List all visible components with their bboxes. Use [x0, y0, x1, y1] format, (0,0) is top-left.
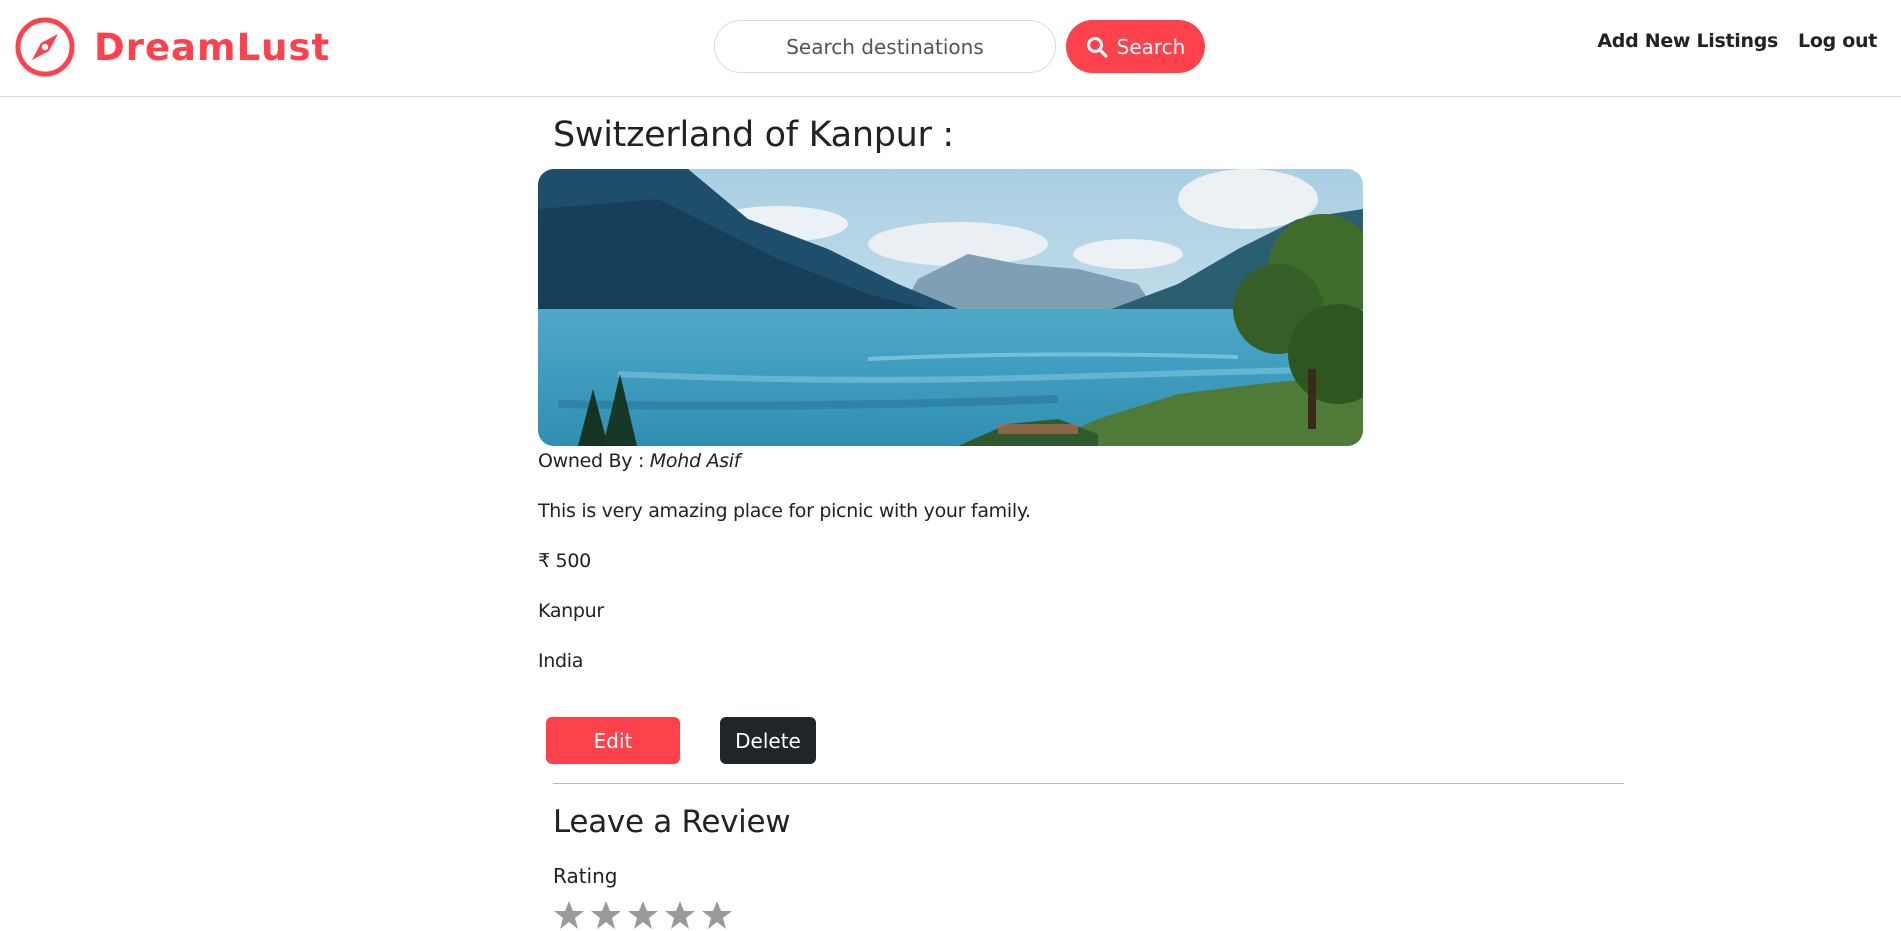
listing-description: This is very amazing place for picnic wi…	[538, 500, 1031, 522]
search-form: Search	[714, 20, 1205, 73]
delete-button[interactable]: Delete	[720, 717, 816, 764]
add-new-listing-link[interactable]: Add New Listings	[1597, 30, 1778, 52]
brand-logo-link[interactable]: DreamLust	[14, 16, 330, 78]
owner-prefix: Owned By :	[538, 450, 645, 472]
search-button[interactable]: Search	[1066, 20, 1205, 73]
listing-location: Kanpur	[538, 600, 604, 622]
compass-icon	[15, 17, 75, 77]
magnifier-icon	[1086, 36, 1108, 58]
rating-stars[interactable]	[553, 899, 738, 931]
search-button-label: Search	[1116, 34, 1186, 59]
star-icon[interactable]	[701, 899, 733, 931]
search-input[interactable]	[714, 20, 1056, 73]
edit-button[interactable]: Edit	[546, 717, 680, 764]
listing-image	[538, 169, 1363, 446]
star-icon[interactable]	[590, 899, 622, 931]
listing-country: India	[538, 650, 584, 672]
brand-name: DreamLust	[94, 25, 331, 69]
divider	[553, 783, 1624, 784]
rating-label: Rating	[553, 864, 618, 888]
listing-price: ₹ 500	[538, 550, 591, 572]
logout-link[interactable]: Log out	[1798, 30, 1877, 52]
navbar: DreamLust Search Add New Listings Log ou…	[0, 0, 1901, 97]
owner-line: Owned By : Mohd Asif	[538, 450, 740, 472]
listing-title: Switzerland of Kanpur :	[553, 115, 954, 155]
nav-links: Add New Listings Log out	[1577, 30, 1877, 52]
owner-name: Mohd Asif	[649, 450, 741, 472]
star-icon[interactable]	[553, 899, 585, 931]
star-icon[interactable]	[664, 899, 696, 931]
star-icon[interactable]	[627, 899, 659, 931]
review-heading: Leave a Review	[553, 804, 791, 840]
